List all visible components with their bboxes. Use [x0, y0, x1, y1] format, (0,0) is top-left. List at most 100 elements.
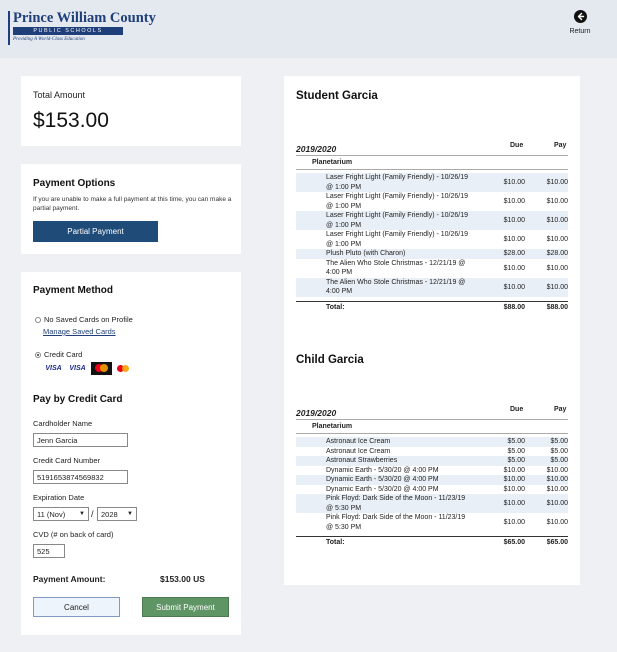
manage-saved-cards-link[interactable]: Manage Saved Cards — [43, 327, 116, 336]
due-header: Due — [510, 406, 524, 413]
item-name: Astronaut Strawberries — [326, 457, 398, 464]
cancel-button[interactable]: Cancel — [33, 597, 120, 617]
section-header: 2019/2020 Due Pay — [296, 406, 568, 420]
table-row: Astronaut Strawberries $5.00 $5.00 — [296, 456, 568, 466]
payment-amount-value: $153.00 US — [160, 574, 205, 584]
total-amount-value: $153.00 — [33, 109, 109, 132]
item-due: $10.00 — [503, 179, 525, 186]
cvd-label: CVD (# on back of card) — [33, 530, 114, 539]
student-fees-section: 2019/2020 Due Pay Planetarium Astronaut … — [296, 406, 568, 546]
order-summary-card: Student Garcia 2019/2020 Due Pay Planeta… — [284, 76, 580, 585]
fee-rows: Laser Fright Light (Family Friendly) - 1… — [296, 173, 568, 297]
item-name: Astronaut Ice Cream — [326, 438, 391, 445]
item-name: Laser Fright Light (Family Friendly) - 1… — [326, 193, 468, 210]
total-row: Total: $88.00 $88.00 — [296, 300, 568, 311]
item-due: $10.00 — [503, 283, 525, 291]
total-label: Total: — [326, 539, 345, 546]
item-pay: $10.00 — [546, 264, 568, 272]
table-row: Pink Floyd: Dark Side of the Moon - 11/2… — [296, 513, 568, 532]
item-name: Laser Fright Light (Family Friendly) - 1… — [326, 231, 468, 248]
payment-options-title: Payment Options — [33, 178, 116, 189]
pay-header: Pay — [554, 142, 567, 149]
item-name: Laser Fright Light (Family Friendly) - 1… — [326, 174, 468, 191]
item-name: Pink Floyd: Dark Side of the Moon - 11/2… — [326, 514, 466, 531]
school-logo[interactable]: Prince William County PUBLIC SCHOOLS Pro… — [8, 10, 156, 46]
card-brand-logos: VISA VISA — [43, 362, 132, 375]
credit-card-option[interactable]: Credit Card — [35, 350, 82, 359]
table-row: The Alien Who Stole Christmas - 12/21/19… — [296, 259, 568, 278]
no-saved-cards-label: No Saved Cards on Profile — [44, 315, 133, 324]
category-label: Planetarium — [296, 156, 568, 170]
student-name: Child Garcia — [296, 354, 364, 366]
submit-payment-button[interactable]: Submit Payment — [142, 597, 229, 617]
item-name: The Alien Who Stole Christmas - 12/21/19… — [326, 278, 466, 296]
visa-logo-icon: VISA — [45, 365, 62, 372]
header: Prince William County PUBLIC SCHOOLS Pro… — [0, 0, 617, 58]
due-header: Due — [510, 142, 524, 149]
section-header: 2019/2020 Due Pay — [296, 142, 568, 156]
total-pay: $88.00 — [546, 303, 568, 311]
expiration-year-select[interactable]: 2028 ▼ — [97, 507, 137, 521]
item-name: Dynamic Earth - 5/30/20 @ 4:00 PM — [326, 466, 439, 474]
item-pay: $5.00 — [550, 438, 568, 446]
total-label: Total: — [326, 303, 345, 311]
item-pay: $10.00 — [546, 198, 568, 205]
total-row: Total: $65.00 $65.00 — [296, 536, 568, 546]
credit-card-label: Credit Card — [44, 350, 83, 359]
item-due: $10.00 — [503, 236, 525, 243]
table-row: Astronaut Ice Cream $5.00 $5.00 — [296, 447, 568, 457]
chevron-down-icon: ▼ — [127, 511, 133, 517]
globe-logo-icon — [8, 11, 10, 45]
cardholder-label: Cardholder Name — [33, 419, 93, 428]
total-due: $88.00 — [503, 303, 525, 311]
total-due: $65.00 — [503, 539, 525, 546]
expiration-month-select[interactable]: 11 (Nov) ▼ — [33, 507, 89, 521]
visa-debit-logo-icon: VISA — [67, 362, 88, 375]
table-row: Dynamic Earth - 5/30/20 @ 4:00 PM $10.00 $… — [296, 466, 568, 476]
logo-bar: PUBLIC SCHOOLS — [13, 27, 123, 35]
item-pay: $10.00 — [546, 217, 568, 224]
total-amount-label: Total Amount — [33, 90, 86, 100]
table-row: Laser Fright Light (Family Friendly) - 1… — [296, 230, 568, 249]
student-fees-section: 2019/2020 Due Pay Planetarium Laser Frig… — [296, 142, 568, 311]
table-row: Dynamic Earth - 5/30/20 @ 4:00 PM $10.00 $… — [296, 485, 568, 495]
item-pay: $5.00 — [550, 447, 568, 455]
expiration-month-value: 11 (Nov) — [37, 509, 66, 519]
pay-by-card-title: Pay by Credit Card — [33, 394, 123, 405]
card-number-input[interactable] — [33, 470, 128, 484]
table-row: Pink Floyd: Dark Side of the Moon - 11/2… — [296, 494, 568, 513]
credit-card-radio[interactable] — [35, 351, 41, 358]
item-due: $5.00 — [507, 447, 525, 455]
table-row: Astronaut Ice Cream $5.00 $5.00 — [296, 437, 568, 447]
return-label: Return — [569, 28, 591, 35]
item-pay: $28.00 — [546, 250, 568, 258]
total-amount-card: Total Amount $153.00 — [21, 76, 241, 146]
item-name: Pink Floyd: Dark Side of the Moon - 11/2… — [326, 495, 466, 512]
student-name: Student Garcia — [296, 90, 378, 102]
pay-header: Pay — [554, 406, 567, 413]
back-arrow-icon — [573, 10, 587, 23]
partial-payment-button[interactable]: Partial Payment — [33, 221, 158, 242]
saved-card-option[interactable]: No Saved Cards on Profile — [35, 315, 133, 324]
item-pay: $10.00 — [546, 179, 568, 186]
payment-options-note: If you are unable to make a full payment… — [33, 196, 232, 212]
cvd-input[interactable] — [33, 544, 65, 558]
school-year: 2019/2020 — [296, 408, 337, 418]
cardholder-name-input[interactable] — [33, 433, 128, 447]
table-row: Laser Fright Light (Family Friendly) - 1… — [296, 192, 568, 211]
item-due: $10.00 — [503, 264, 525, 272]
logo-name: Prince William County — [13, 10, 156, 26]
item-name: The Alien Who Stole Christmas - 12/21/19… — [326, 259, 466, 277]
table-row: Laser Fright Light (Family Friendly) - 1… — [296, 173, 568, 192]
item-pay: $10.00 — [546, 283, 568, 291]
item-pay: $5.00 — [550, 457, 568, 465]
item-pay: $10.00 — [546, 476, 568, 484]
return-button[interactable]: Return — [563, 10, 597, 35]
category-label: Planetarium — [296, 420, 568, 434]
item-due: $28.00 — [503, 250, 525, 258]
table-row: Dynamic Earth - 5/30/20 @ 4:00 PM $10.00 $… — [296, 475, 568, 485]
saved-card-radio[interactable] — [35, 316, 41, 323]
item-due: $10.00 — [503, 217, 525, 224]
mastercard-logo-icon — [91, 362, 112, 375]
card-number-label: Credit Card Number — [33, 456, 101, 465]
